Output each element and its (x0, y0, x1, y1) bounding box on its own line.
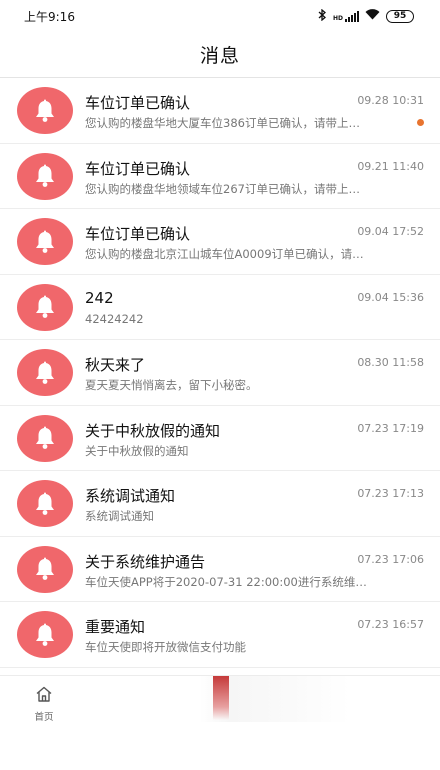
battery-indicator: 95 (386, 9, 414, 23)
message-item[interactable]: 关于中秋放假的通知 07.23 17:19 关于中秋放假的通知 (0, 406, 440, 471)
message-preview: 您认购的楼盘华地领域车位267订单已确认，请带上… (85, 181, 360, 196)
status-bar: 上午9:16 HD 95 (0, 0, 440, 32)
tab-home-label: 首页 (34, 712, 54, 723)
wifi-icon (365, 9, 380, 23)
tab-bar: 首页 (0, 675, 440, 728)
message-item[interactable]: 重要通知 07.23 16:57 车位天使即将开放微信支付功能 (0, 602, 440, 668)
message-preview: 42424242 (85, 311, 144, 326)
message-title: 关于系统维护通告 (85, 552, 206, 571)
message-avatar (17, 218, 73, 265)
message-list: 车位订单已确认 09.28 10:31 您认购的楼盘华地大厦车位386订单已确认，请… (0, 78, 440, 668)
message-item[interactable]: 242 09.04 15:36 42424242 (0, 275, 440, 340)
bell-icon (34, 99, 56, 123)
message-item[interactable]: 车位订单已确认 09.28 10:31 您认购的楼盘华地大厦车位386订单已确认，请… (0, 78, 440, 144)
bell-icon (34, 492, 56, 516)
message-avatar (17, 414, 73, 462)
page-title: 消息 (199, 45, 240, 67)
message-time: 09.21 11:40 (357, 159, 424, 173)
bell-icon (34, 164, 56, 188)
message-avatar (17, 283, 73, 331)
message-title: 车位订单已确认 (85, 159, 191, 178)
status-icons: HD 95 (318, 8, 414, 23)
message-time: 07.23 17:19 (357, 421, 424, 435)
bell-icon (34, 426, 56, 450)
unread-dot (417, 119, 424, 126)
message-item[interactable]: 秋天来了 08.30 11:58 夏天夏天悄悄离去，留下小秘密。 (0, 340, 440, 406)
home-icon (35, 686, 53, 706)
message-avatar (17, 152, 73, 200)
message-title: 系统调试通知 (85, 487, 176, 505)
message-title: 秋天来了 (85, 356, 146, 374)
message-time: 07.23 17:13 (357, 487, 424, 500)
tab-home[interactable]: 首页 (20, 686, 68, 723)
title-bar: 消息 (0, 32, 440, 78)
message-preview: 关于中秋放假的通知 (85, 443, 189, 458)
bell-icon (34, 623, 56, 647)
message-preview: 车位天使APP将于2020-07-31 22:00:00进行系统维… (85, 574, 367, 589)
message-avatar (17, 480, 73, 527)
message-title: 重要通知 (85, 618, 146, 636)
message-item[interactable]: 关于系统维护通告 07.23 17:06 车位天使APP将于2020-07-31 2… (0, 537, 440, 602)
message-time: 09.04 17:52 (357, 225, 424, 238)
message-avatar (17, 611, 73, 658)
message-title: 242 (85, 288, 114, 307)
message-title: 车位订单已确认 (85, 94, 191, 112)
bell-icon (34, 557, 56, 581)
message-time: 09.04 15:36 (357, 290, 424, 304)
message-preview: 系统调试通知 (85, 509, 154, 523)
message-preview: 夏天夏天悄悄离去，留下小秘密。 (85, 378, 258, 392)
message-time: 07.23 17:06 (357, 552, 424, 566)
message-time: 09.28 10:31 (357, 94, 424, 107)
message-title: 车位订单已确认 (85, 225, 191, 243)
message-title: 关于中秋放假的通知 (85, 421, 221, 440)
status-time: 上午9:16 (24, 9, 75, 24)
message-avatar (17, 545, 73, 593)
message-time: 07.23 16:57 (357, 618, 424, 631)
message-item[interactable]: 车位订单已确认 09.21 11:40 您认购的楼盘华地领域车位267订单已确认，请… (0, 144, 440, 209)
message-preview: 您认购的楼盘北京江山城车位A0009订单已确认，请… (85, 247, 364, 261)
message-preview: 车位天使即将开放微信支付功能 (85, 640, 246, 654)
message-preview: 您认购的楼盘华地大厦车位386订单已确认，请带上… (85, 116, 360, 130)
bell-icon (34, 295, 56, 319)
bottom-padding (0, 728, 440, 770)
bell-icon (34, 361, 56, 385)
message-time: 08.30 11:58 (357, 356, 424, 369)
message-item[interactable]: 系统调试通知 07.23 17:13 系统调试通知 (0, 471, 440, 537)
blurred-mark (213, 676, 229, 720)
network-label: HD (332, 14, 343, 22)
bluetooth-icon (318, 8, 327, 23)
message-item[interactable]: 车位订单已确认 09.04 17:52 您认购的楼盘北京江山城车位A0009订单已确… (0, 209, 440, 275)
message-avatar (17, 349, 73, 396)
message-avatar (17, 87, 73, 134)
bell-icon (34, 230, 56, 254)
cellular-signal-icon: HD (332, 10, 359, 22)
